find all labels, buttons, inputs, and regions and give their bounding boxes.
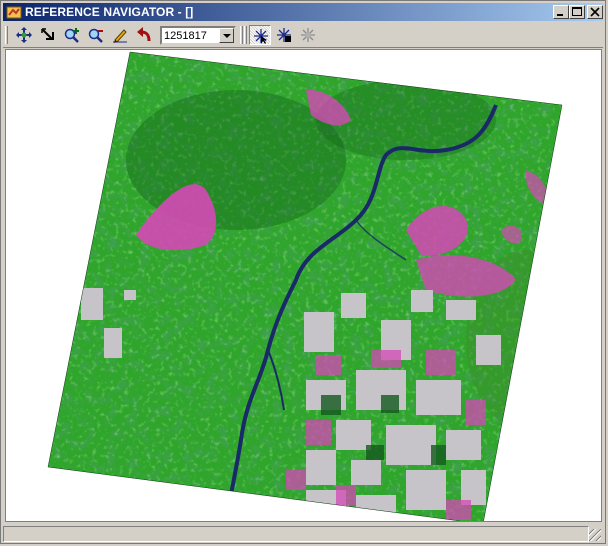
zoom-out-button[interactable] (85, 25, 107, 45)
satellite-image[interactable] (6, 50, 602, 522)
close-button[interactable] (587, 5, 603, 19)
chevron-down-icon[interactable] (219, 28, 234, 43)
status-bar (3, 525, 603, 543)
toolbar: 1251817 (3, 23, 603, 48)
maximize-button[interactable] (569, 5, 585, 19)
navigator-disabled-icon (301, 28, 315, 42)
back-arrow-icon (137, 27, 151, 42)
navigator-cursor-button[interactable] (249, 25, 271, 45)
navigator-move-icon (277, 28, 291, 42)
title-bar[interactable]: REFERENCE NAVIGATOR - [] (3, 3, 603, 21)
back-button[interactable] (133, 25, 155, 45)
pencil-icon (113, 29, 127, 43)
pan-icon (16, 27, 32, 43)
maximize-icon (572, 7, 582, 16)
reference-navigator-window: REFERENCE NAVIGATOR - [] 1251817 (0, 0, 606, 544)
scale-value: 1251817 (164, 30, 207, 42)
map-canvas[interactable] (5, 49, 602, 522)
minimize-button[interactable] (553, 5, 569, 19)
status-pane (3, 526, 589, 542)
minimize-icon (557, 14, 563, 16)
draw-button[interactable] (109, 25, 131, 45)
resize-grip[interactable] (589, 529, 601, 541)
zoom-in-icon (64, 28, 79, 43)
toolbar-grip[interactable] (5, 26, 8, 44)
scale-dropdown[interactable]: 1251817 (160, 26, 236, 45)
app-icon (6, 4, 22, 20)
window-title: REFERENCE NAVIGATOR - [] (25, 5, 194, 19)
navigator-disabled-button[interactable] (297, 25, 319, 45)
zoom-in-button[interactable] (61, 25, 83, 45)
zoom-out-icon (88, 28, 103, 43)
toolbar-separator (240, 26, 243, 44)
navigator-move-button[interactable] (273, 25, 295, 45)
close-icon (590, 7, 600, 17)
zoom-extent-icon (41, 28, 54, 40)
toolbar-grip-2[interactable] (244, 26, 247, 44)
pan-button[interactable] (13, 25, 35, 45)
navigator-cursor-icon (254, 29, 268, 44)
zoom-extent-button[interactable] (37, 25, 59, 45)
